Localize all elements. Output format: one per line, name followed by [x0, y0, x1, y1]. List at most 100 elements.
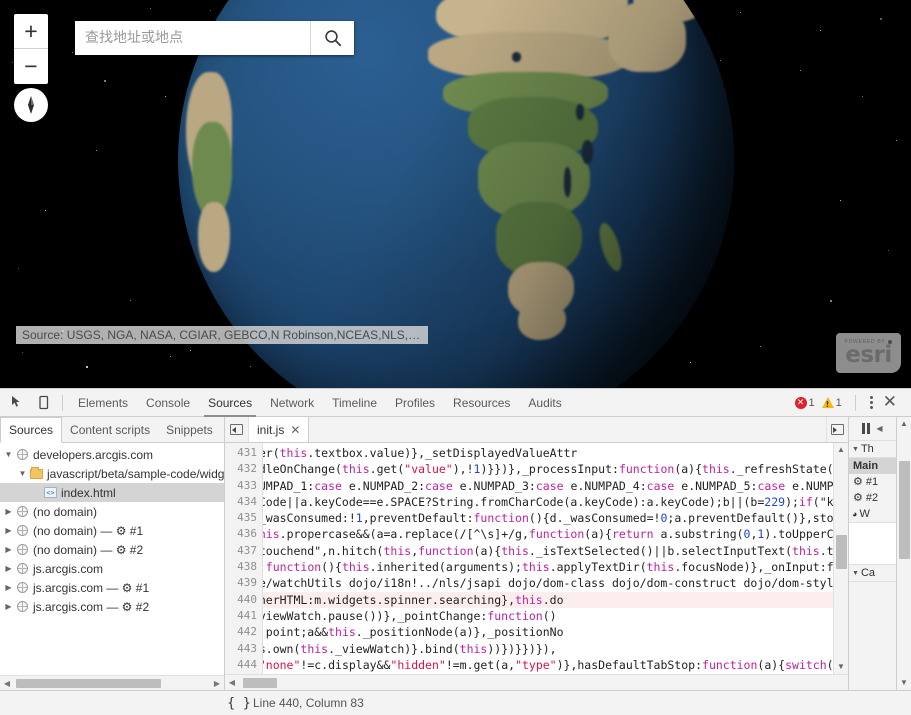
- thread-item[interactable]: ⚙ #1: [849, 474, 896, 490]
- scroll-right-icon[interactable]: ▶: [210, 679, 224, 688]
- chevron-right-icon[interactable]: ▶: [2, 545, 15, 554]
- kebab-menu-icon[interactable]: [862, 396, 881, 409]
- thread-item[interactable]: Main: [849, 458, 896, 474]
- line-number[interactable]: 439: [225, 575, 262, 591]
- line-number[interactable]: 436: [225, 526, 262, 542]
- step-over-icon[interactable]: ◀: [876, 422, 882, 436]
- tab-resources[interactable]: Resources: [444, 389, 519, 417]
- tree-item[interactable]: ▶ js.arcgis.com — ⚙ #2: [0, 597, 224, 616]
- tree-item[interactable]: ▶ js.arcgis.com — ⚙ #1: [0, 578, 224, 597]
- device-toolbar-icon[interactable]: [30, 390, 56, 416]
- code-vscroll-thumb[interactable]: [836, 535, 847, 569]
- zoom-in-button[interactable]: +: [14, 14, 48, 49]
- code-line[interactable]: innerHTML:m.widgets.spinner.searching},t…: [263, 591, 833, 608]
- tab-elements[interactable]: Elements: [69, 389, 137, 417]
- navigator-tab-sources[interactable]: Sources: [0, 417, 63, 443]
- code-line[interactable]: ._viewWatch.pause())},_pointChange:funct…: [263, 608, 833, 624]
- zoom-out-button[interactable]: −: [14, 49, 48, 84]
- line-number[interactable]: 443: [225, 641, 262, 657]
- sidebar-vscrollbar[interactable]: ▲ ▼: [896, 417, 911, 690]
- line-number[interactable]: 431: [225, 445, 262, 461]
- tab-network[interactable]: Network: [261, 389, 323, 417]
- editor-tab-init-js[interactable]: init.js ✕: [249, 417, 310, 442]
- code-line[interactable]: ore/watchUtils dojo/i18n!../nls/jsapi do…: [263, 575, 833, 591]
- navigator-tab-list[interactable]: Sources Content scripts Snippets: [0, 417, 224, 443]
- tree-item[interactable]: ▼ javascript/beta/sample-code/widg: [0, 464, 224, 483]
- code-line[interactable]: , touchend",n.hitch(this,function(a){thi…: [263, 543, 833, 559]
- scroll-down-icon[interactable]: ▼: [900, 676, 908, 690]
- scroll-up-icon[interactable]: ▲: [837, 443, 845, 457]
- search-submit-button[interactable]: [310, 21, 354, 55]
- code-scroll-area[interactable]: 431 432 433 434 435 436 437 438 439 440 441 442 443 4…: [225, 443, 833, 674]
- map-search-widget[interactable]: [75, 21, 354, 55]
- code-line[interactable]: andleOnChange(this.get("value"),!1)}})},…: [263, 461, 833, 477]
- scroll-left-icon[interactable]: ◀: [225, 678, 239, 687]
- sidebar-vscroll-thumb[interactable]: [899, 461, 910, 559]
- line-number[interactable]: 444: [225, 657, 262, 673]
- line-number[interactable]: 442: [225, 624, 262, 640]
- line-number[interactable]: 432: [225, 461, 262, 477]
- chevron-right-icon[interactable]: ▶: [2, 602, 15, 611]
- code-line[interactable]: ;this.propercase&&(a=a.replace(/[^\s]+/g…: [263, 526, 833, 542]
- tab-profiles[interactable]: Profiles: [386, 389, 444, 417]
- chevron-right-icon[interactable]: ▶: [2, 564, 15, 573]
- navigator-tab-snippets[interactable]: Snippets: [158, 417, 221, 442]
- tree-item[interactable]: ▶ (no domain): [0, 502, 224, 521]
- scroll-left-icon[interactable]: ◀: [0, 679, 14, 688]
- tab-timeline[interactable]: Timeline: [323, 389, 386, 417]
- line-number[interactable]: 435: [225, 510, 262, 526]
- line-number[interactable]: 437: [225, 543, 262, 559]
- code-content[interactable]: tter(this.textbox.value)},_setDisplayedV…: [263, 443, 833, 674]
- search-input[interactable]: [75, 21, 310, 55]
- thread-item[interactable]: ⚙ #2: [849, 490, 896, 506]
- code-line[interactable]: .NUMPAD_1:case e.NUMPAD_2:case e.NUMPAD_…: [263, 478, 833, 494]
- navigator-hscroll-thumb[interactable]: [16, 678, 161, 688]
- map-view[interactable]: + − Source: USGS, NGA, NASA, CGIAR, GEBC…: [0, 0, 911, 388]
- code-line[interactable]: b,_wasConsumed:!1,preventDefault:functio…: [263, 510, 833, 526]
- line-number[interactable]: 441: [225, 608, 262, 624]
- code-line[interactable]: is.point;a&&this._positionNode(a)},_posi…: [263, 624, 833, 640]
- code-line[interactable]: ue"==a.contentEditable}},effectiveTabInd…: [263, 673, 833, 674]
- code-line[interactable]: tr:function(){this.inherited(arguments);…: [263, 559, 833, 575]
- line-number[interactable]: 438: [225, 559, 262, 575]
- scroll-up-icon[interactable]: ▲: [900, 417, 908, 431]
- line-number[interactable]: 433: [225, 478, 262, 494]
- chevron-down-icon[interactable]: ▼: [2, 450, 15, 459]
- code-line[interactable]: eyCode||a.keyCode==e.SPACE?String.fromCh…: [263, 494, 833, 510]
- tab-sources[interactable]: Sources: [199, 389, 261, 417]
- tab-audits[interactable]: Audits: [519, 389, 570, 417]
- debugger-sections[interactable]: ▼ Th Main ⚙ #1 ⚙ #2 ◕ W ▼ Ca: [849, 441, 896, 690]
- watch-empty-area[interactable]: [849, 523, 896, 565]
- warning-badge[interactable]: ! 1: [821, 397, 842, 409]
- line-number[interactable]: 434: [225, 494, 262, 510]
- chevron-down-icon[interactable]: ▼: [16, 469, 29, 478]
- collapse-navigator-icon[interactable]: [225, 417, 249, 442]
- inspect-element-icon[interactable]: [4, 390, 30, 416]
- threads-list[interactable]: Main ⚙ #1 ⚙ #2: [849, 458, 896, 506]
- navigator-hscrollbar[interactable]: ◀ ▶: [0, 675, 224, 690]
- code-line[interactable]: tter(this.textbox.value)},_setDisplayedV…: [263, 445, 833, 461]
- error-badge[interactable]: ✕ 1: [794, 396, 815, 409]
- tree-item[interactable]: ▼ developers.arcgis.com: [0, 445, 224, 464]
- compass-button[interactable]: [14, 88, 48, 122]
- tree-item[interactable]: ▶ js.arcgis.com: [0, 559, 224, 578]
- expand-sidebar-icon[interactable]: [826, 417, 848, 442]
- chevron-right-icon[interactable]: ▶: [2, 507, 15, 516]
- close-icon[interactable]: ✕: [290, 423, 300, 437]
- scroll-down-icon[interactable]: ▼: [837, 660, 845, 674]
- threads-section-header[interactable]: ▼ Th: [849, 441, 896, 458]
- pretty-print-icon[interactable]: { }: [225, 696, 253, 711]
- chevron-right-icon[interactable]: ▶: [2, 526, 15, 535]
- code-line[interactable]: his.own(this._viewWatch)}.bind(this))})}…: [263, 641, 833, 657]
- sidebar-vscroll-track[interactable]: [897, 431, 911, 676]
- callstack-section-header[interactable]: ▼ Ca: [849, 565, 896, 582]
- editor-hscroll-thumb[interactable]: [243, 677, 277, 688]
- tab-console[interactable]: Console: [137, 389, 199, 417]
- file-tree[interactable]: ▼ developers.arcgis.com ▼ javascript/beta/s…: [0, 443, 224, 675]
- line-number[interactable]: 445: [225, 673, 262, 674]
- line-number[interactable]: 440: [225, 592, 262, 608]
- tree-item[interactable]: <> index.html: [0, 483, 224, 502]
- chevron-right-icon[interactable]: ▶: [2, 583, 15, 592]
- watch-section-header[interactable]: ◕ W: [849, 506, 896, 523]
- editor-hscrollbar[interactable]: ◀: [225, 674, 848, 690]
